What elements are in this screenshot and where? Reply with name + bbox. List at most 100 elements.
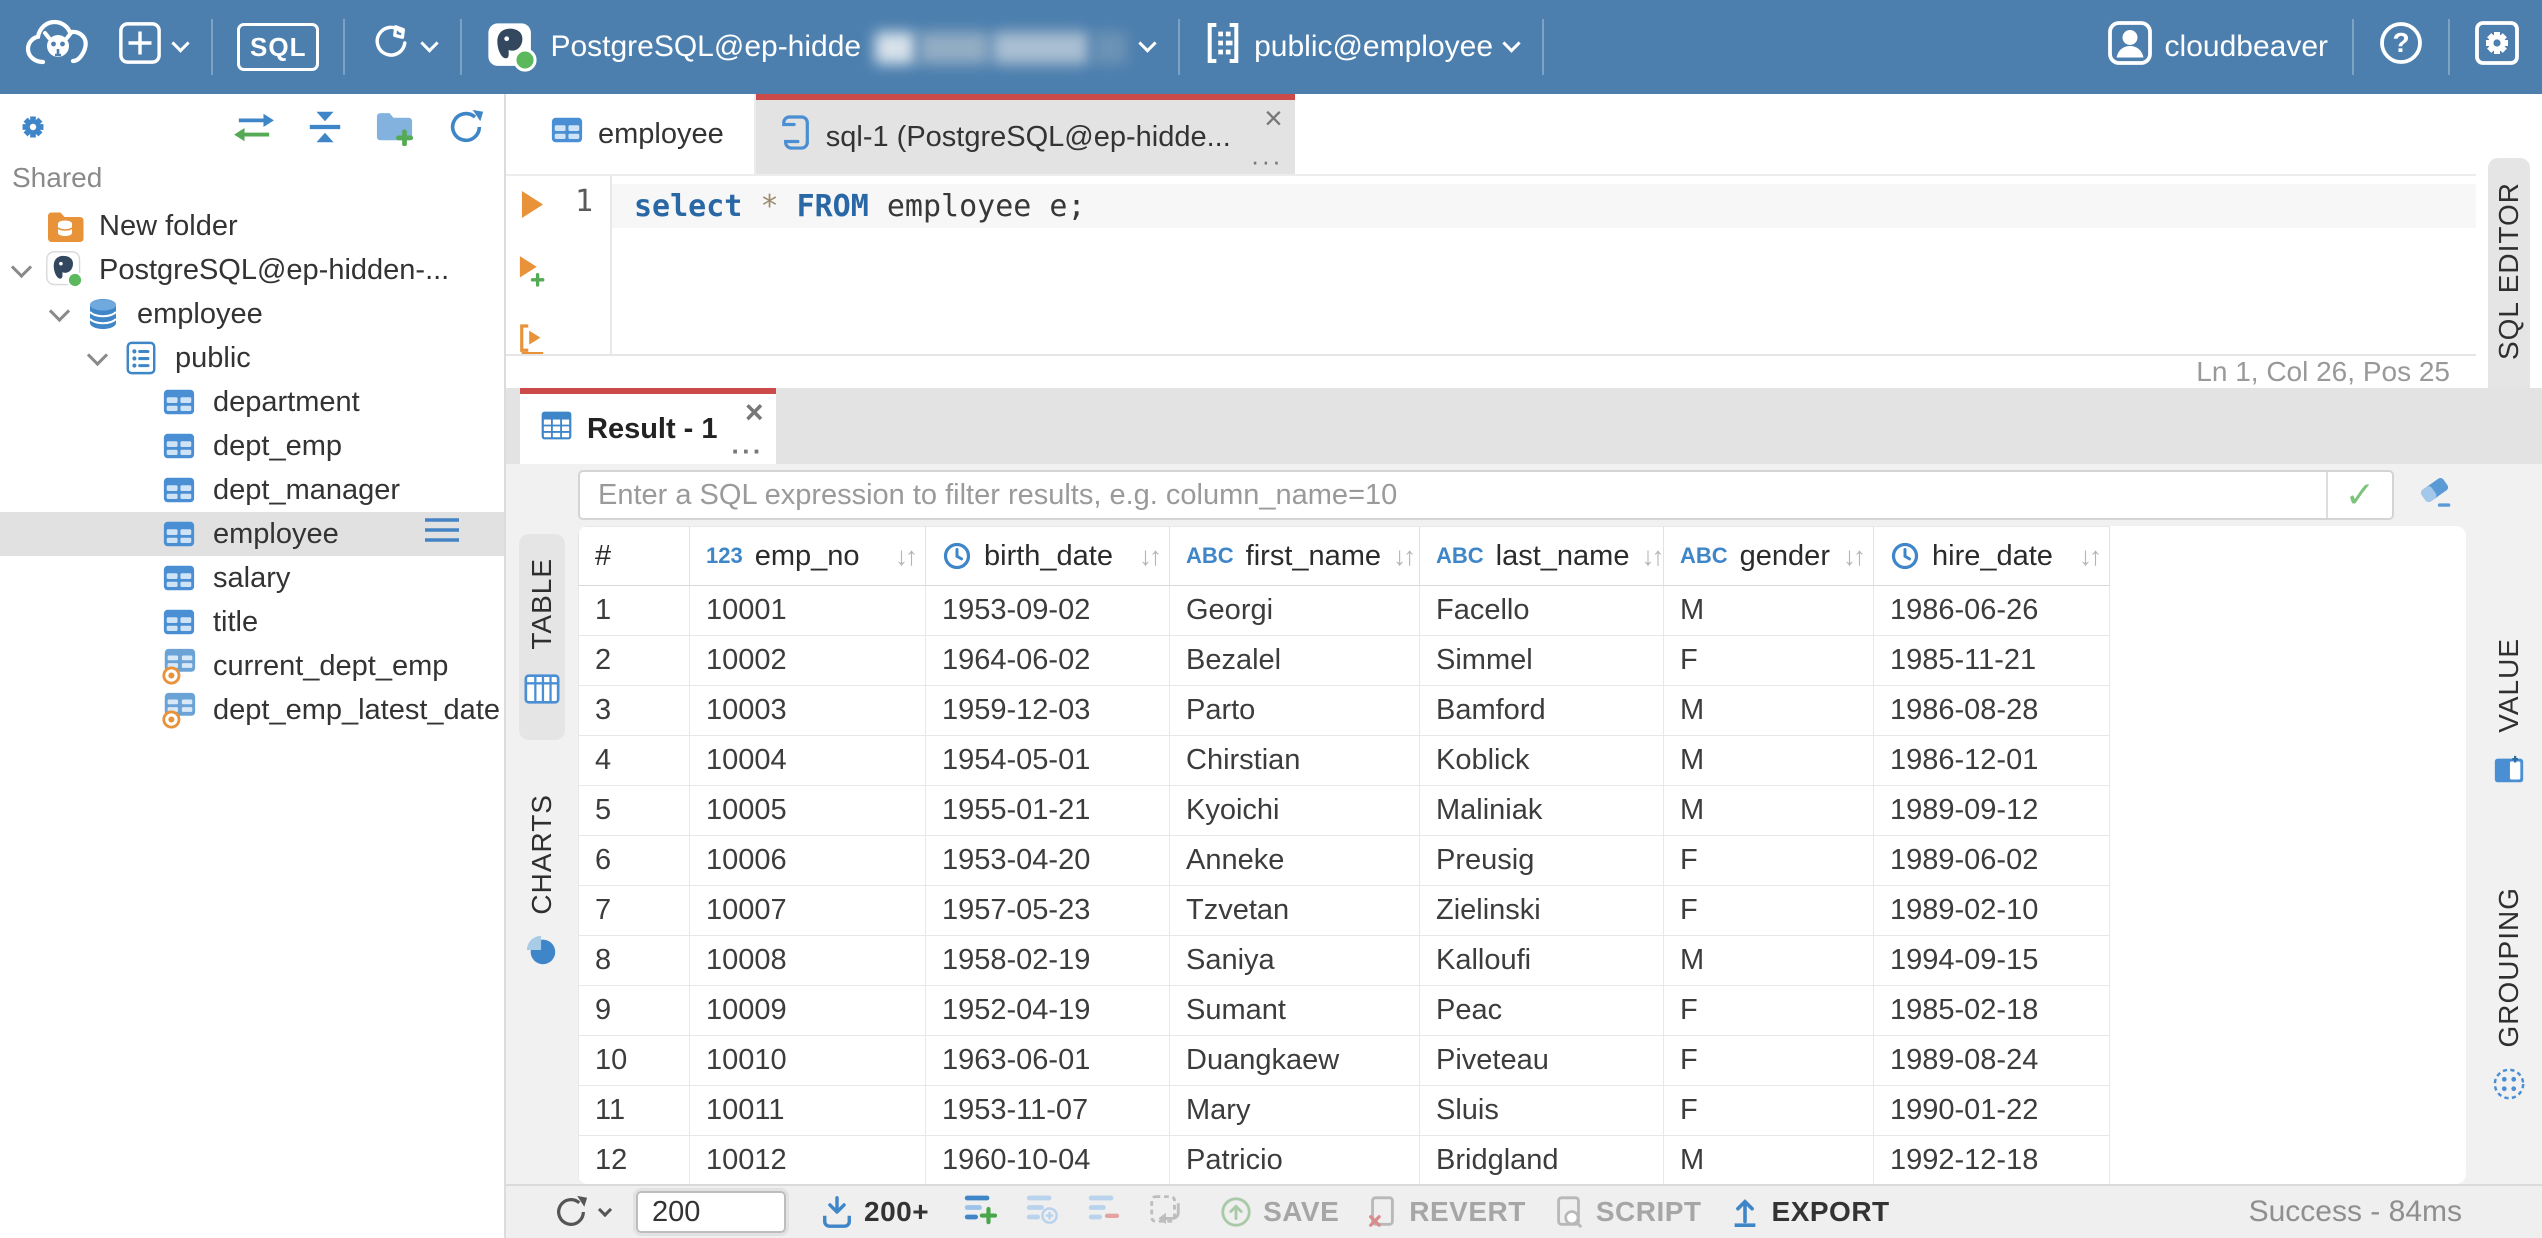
data-cell[interactable]: Bamford [1420, 686, 1664, 736]
filter-input[interactable] [580, 478, 2326, 512]
data-cell[interactable]: M [1664, 686, 1874, 736]
data-cell[interactable]: 10010 [690, 1036, 926, 1086]
sort-arrows-icon[interactable]: ↓↑ [2079, 541, 2109, 572]
apply-changes-icon[interactable] [1147, 1190, 1183, 1234]
tree-item-department[interactable]: department [0, 380, 504, 424]
clear-filter-eraser-icon[interactable] [2416, 471, 2456, 519]
row-number-cell[interactable]: 12 [578, 1136, 690, 1184]
row-number-cell[interactable]: 8 [578, 936, 690, 986]
schema-selector[interactable]: public@employee [1196, 0, 1526, 94]
data-cell[interactable]: M [1664, 736, 1874, 786]
sort-arrows-icon[interactable]: ↓↑ [1393, 541, 1423, 572]
execute-new-tab-icon[interactable] [518, 255, 546, 295]
data-cell[interactable]: M [1664, 586, 1874, 636]
data-cell[interactable]: 1986-06-26 [1874, 586, 2110, 636]
data-cell[interactable]: Chirstian [1170, 736, 1420, 786]
export-button[interactable]: EXPORT [1728, 1195, 1890, 1229]
tree-item-salary[interactable]: salary [0, 556, 504, 600]
close-tab-icon[interactable]: × [745, 396, 764, 428]
data-cell[interactable]: Tzvetan [1170, 886, 1420, 936]
new-folder-icon[interactable] [374, 108, 416, 146]
data-cell[interactable]: Preusig [1420, 836, 1664, 886]
tab-sql-1[interactable]: sql-1 (PostgreSQL@ep-hidde... × ··· [755, 94, 1295, 174]
tree-item-employee[interactable]: employee [0, 512, 504, 556]
data-cell[interactable]: 1992-12-18 [1874, 1136, 2110, 1184]
sidebar-settings-gear-icon[interactable] [14, 108, 52, 146]
tree-item-dept-emp-latest-date[interactable]: dept_emp_latest_date [0, 688, 504, 732]
duplicate-row-icon[interactable] [1023, 1190, 1059, 1234]
data-cell[interactable]: 10008 [690, 936, 926, 986]
tab-menu-icon[interactable]: ··· [732, 438, 764, 464]
data-cell[interactable]: Mary [1170, 1086, 1420, 1136]
expander-chevron-icon[interactable] [48, 300, 71, 322]
vtab-grouping[interactable]: GROUPING [2488, 863, 2530, 1133]
vtab-table[interactable]: TABLE [519, 534, 565, 740]
data-cell[interactable]: 10006 [690, 836, 926, 886]
data-cell[interactable]: 1953-09-02 [926, 586, 1170, 636]
data-cell[interactable]: 1964-06-02 [926, 636, 1170, 686]
data-cell[interactable]: 1957-05-23 [926, 886, 1170, 936]
data-cell[interactable]: 10007 [690, 886, 926, 936]
data-cell[interactable]: 10011 [690, 1086, 926, 1136]
column-header-birth_date[interactable]: birth_date ↓↑ [926, 526, 1170, 586]
data-cell[interactable]: Duangkaew [1170, 1036, 1420, 1086]
data-cell[interactable]: 1989-06-02 [1874, 836, 2110, 886]
data-cell[interactable]: Simmel [1420, 636, 1664, 686]
tree-item-dept-emp[interactable]: dept_emp [0, 424, 504, 468]
tree-item-new-folder[interactable]: New folder [0, 204, 504, 248]
data-cell[interactable]: M [1664, 936, 1874, 986]
data-cell[interactable]: 10009 [690, 986, 926, 1036]
expander-chevron-icon[interactable] [10, 256, 33, 278]
data-cell[interactable]: F [1664, 886, 1874, 936]
tab-menu-icon[interactable]: ··· [1251, 148, 1283, 174]
column-header-gender[interactable]: ABC gender ↓↑ [1664, 526, 1874, 586]
row-number-cell[interactable]: 2 [578, 636, 690, 686]
data-cell[interactable]: 1986-08-28 [1874, 686, 2110, 736]
tree-item-postgresql-ep-hidden[interactable]: PostgreSQL@ep-hidden-... [0, 248, 504, 292]
data-cell[interactable]: Saniya [1170, 936, 1420, 986]
revert-button[interactable]: REVERT [1365, 1195, 1526, 1229]
row-number-cell[interactable]: 4 [578, 736, 690, 786]
row-number-cell[interactable]: 11 [578, 1086, 690, 1136]
tree-item-current-dept-emp[interactable]: current_dept_emp [0, 644, 504, 688]
code-area[interactable]: select * FROM employee e; [612, 176, 2476, 354]
row-number-cell[interactable]: 6 [578, 836, 690, 886]
data-cell[interactable]: 1963-06-01 [926, 1036, 1170, 1086]
row-number-cell[interactable]: 10 [578, 1036, 690, 1086]
data-cell[interactable]: Kalloufi [1420, 936, 1664, 986]
driver-menu-button[interactable] [361, 0, 444, 94]
data-cell[interactable]: F [1664, 1086, 1874, 1136]
data-cell[interactable]: Patricio [1170, 1136, 1420, 1184]
data-cell[interactable]: 10003 [690, 686, 926, 736]
data-cell[interactable]: 1986-12-01 [1874, 736, 2110, 786]
data-cell[interactable]: 1994-09-15 [1874, 936, 2110, 986]
data-cell[interactable]: 1989-09-12 [1874, 786, 2110, 836]
data-cell[interactable]: 1953-04-20 [926, 836, 1170, 886]
vtab-value[interactable]: VALUE [2488, 614, 2530, 819]
column-header-emp_no[interactable]: 123 emp_no ↓↑ [690, 526, 926, 586]
tab-result-1[interactable]: Result - 1 × ··· [520, 388, 776, 464]
delete-row-icon[interactable] [1085, 1190, 1121, 1234]
data-cell[interactable]: 10002 [690, 636, 926, 686]
sort-arrows-icon[interactable]: ↓↑ [1843, 541, 1873, 572]
data-cell[interactable]: Kyoichi [1170, 786, 1420, 836]
tree-item-dept-manager[interactable]: dept_manager [0, 468, 504, 512]
data-cell[interactable]: Facello [1420, 586, 1664, 636]
data-cell[interactable]: 1989-02-10 [1874, 886, 2110, 936]
data-cell[interactable]: Piveteau [1420, 1036, 1664, 1086]
data-cell[interactable]: 1959-12-03 [926, 686, 1170, 736]
data-cell[interactable]: F [1664, 636, 1874, 686]
data-cell[interactable]: 1952-04-19 [926, 986, 1170, 1036]
tree-item-employee[interactable]: employee [0, 292, 504, 336]
row-number-cell[interactable]: 7 [578, 886, 690, 936]
script-button[interactable]: SCRIPT [1552, 1195, 1702, 1229]
open-sql-editor-button[interactable]: SQL [229, 0, 327, 94]
column-header-last_name[interactable]: ABC last_name ↓↑ [1420, 526, 1664, 586]
data-cell[interactable]: 10001 [690, 586, 926, 636]
row-number-cell[interactable]: 3 [578, 686, 690, 736]
expander-chevron-icon[interactable] [86, 344, 109, 366]
data-cell[interactable]: 1989-08-24 [1874, 1036, 2110, 1086]
data-cell[interactable]: 1953-11-07 [926, 1086, 1170, 1136]
row-limit-input[interactable] [633, 1188, 789, 1236]
data-cell[interactable]: Anneke [1170, 836, 1420, 886]
